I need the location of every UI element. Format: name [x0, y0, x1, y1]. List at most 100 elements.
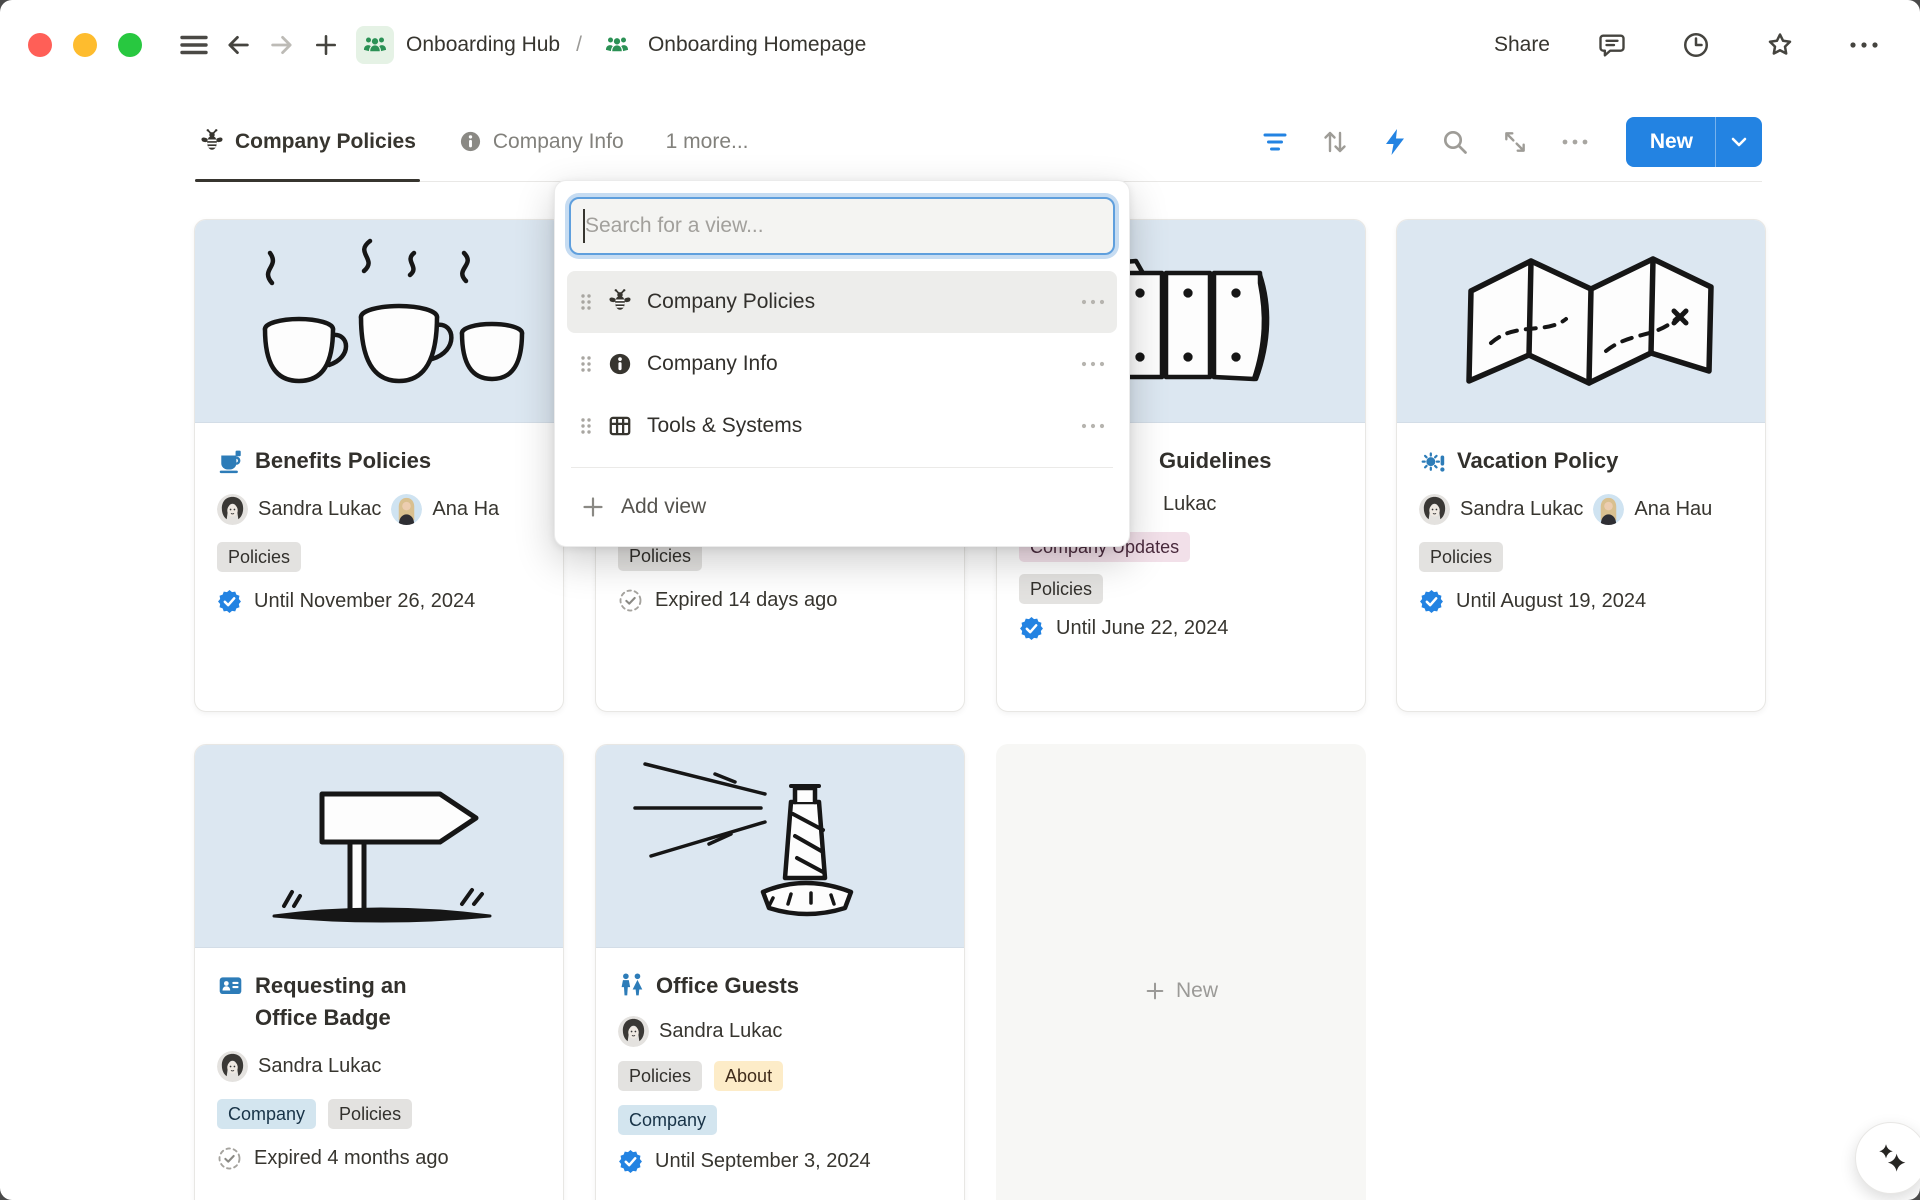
add-view-button[interactable]: Add view — [567, 478, 1117, 536]
person-name: Ana Ha — [432, 498, 499, 521]
view-search-input[interactable] — [571, 214, 1113, 238]
verified-badge-icon — [217, 589, 242, 614]
lighthouse-illustration — [596, 745, 964, 948]
card-people-row: Sandra Lukac — [217, 1051, 541, 1082]
search-view-button[interactable] — [1440, 127, 1470, 157]
avatar-ana — [1593, 494, 1624, 525]
add-view-label: Add view — [621, 495, 706, 519]
sort-button[interactable] — [1320, 127, 1350, 157]
card-benefits-policies[interactable]: Benefits Policies Sandra Lukac Ana Ha Po… — [194, 219, 564, 712]
new-entry-button[interactable]: New — [1626, 117, 1715, 167]
breadcrumb-item-current[interactable]: Onboarding Homepage — [648, 33, 866, 57]
avatar-sandra-lukac — [1419, 494, 1450, 525]
breadcrumb-separator: / — [576, 33, 582, 57]
verified-badge-icon — [1419, 589, 1444, 614]
view-item-more-button[interactable] — [1081, 423, 1105, 429]
lightning-bolt-icon — [1383, 128, 1407, 156]
card-tags: Policies About — [618, 1061, 942, 1091]
view-list: Company Policies Company Info — [567, 271, 1117, 457]
view-item-company-policies[interactable]: Company Policies — [567, 271, 1117, 333]
new-entry-split-button: New — [1626, 117, 1762, 167]
tab-label: Company Policies — [235, 130, 416, 154]
card-vacation-policy[interactable]: Vacation Policy Sandra Lukac Ana Hau Pol… — [1396, 219, 1766, 712]
card-office-guests[interactable]: Office Guests Sandra Lukac Policies Abou… — [595, 744, 965, 1200]
card-title: Office Guests — [656, 970, 799, 1002]
status-label: Until September 3, 2024 — [655, 1150, 871, 1173]
hamburger-menu-icon — [179, 33, 209, 57]
share-button[interactable]: Share — [1494, 33, 1550, 57]
card-status-row: Until August 19, 2024 — [1419, 589, 1743, 614]
new-card-label: New — [1176, 979, 1218, 1003]
card-tags: Company — [618, 1105, 942, 1135]
history-button[interactable] — [1674, 23, 1718, 67]
sidebar-toggle-button[interactable] — [172, 23, 216, 67]
verified-badge-icon — [618, 1149, 643, 1174]
person-name: Sandra Lukac — [258, 498, 381, 521]
page-more-button[interactable] — [1842, 23, 1886, 67]
view-item-label: Company Info — [647, 352, 778, 376]
card-people-row: Sandra Lukac — [618, 1016, 942, 1047]
info-icon — [607, 351, 633, 377]
comments-button[interactable] — [1590, 23, 1634, 67]
card-title-row: Requesting an Office Badge — [217, 970, 541, 1034]
card-title: Vacation Policy — [1457, 445, 1618, 477]
drag-handle-icon[interactable] — [579, 292, 593, 312]
drag-handle-icon[interactable] — [579, 416, 593, 436]
verified-badge-icon — [1019, 616, 1044, 641]
view-item-more-button[interactable] — [1081, 361, 1105, 367]
tag-policies: Policies — [1419, 542, 1503, 572]
search-icon — [1441, 128, 1469, 156]
tab-company-policies[interactable]: Company Policies — [195, 102, 420, 181]
tab-company-info[interactable]: Company Info — [454, 102, 628, 181]
forward-button[interactable] — [260, 23, 304, 67]
notion-ai-button[interactable] — [1855, 1122, 1920, 1194]
close-window-button[interactable] — [28, 33, 52, 57]
card-title: Benefits Policies — [255, 445, 431, 477]
view-item-company-info[interactable]: Company Info — [567, 333, 1117, 395]
card-people-row: Sandra Lukac Ana Hau — [1419, 494, 1765, 525]
zoom-window-button[interactable] — [118, 33, 142, 57]
comment-icon — [1597, 30, 1627, 60]
table-icon — [607, 413, 633, 439]
avatar-sandra-lukac — [217, 1051, 248, 1082]
back-button[interactable] — [216, 23, 260, 67]
tag-about: About — [714, 1061, 783, 1091]
card-tags: Policies — [1019, 574, 1343, 604]
avatar-sandra-lukac — [618, 1016, 649, 1047]
new-tab-button[interactable] — [304, 23, 348, 67]
minimize-window-button[interactable] — [73, 33, 97, 57]
card-office-badge[interactable]: Requesting an Office Badge Sandra Lukac … — [194, 744, 564, 1200]
ellipsis-icon — [1561, 138, 1589, 146]
people-group-icon — [356, 26, 394, 64]
view-item-more-button[interactable] — [1081, 299, 1105, 305]
view-switcher-dropdown: Company Policies Company Info — [554, 180, 1130, 547]
plus-icon — [1144, 980, 1166, 1002]
breadcrumb-item[interactable]: Onboarding Hub — [406, 33, 560, 57]
view-item-tools-systems[interactable]: Tools & Systems — [567, 395, 1117, 457]
people-pair-icon — [618, 972, 645, 999]
expired-circle-icon — [618, 588, 643, 613]
card-status-row: Until November 26, 2024 — [217, 589, 541, 614]
status-label: Until June 22, 2024 — [1056, 617, 1228, 640]
drag-handle-icon[interactable] — [579, 354, 593, 374]
clock-icon — [1681, 30, 1711, 60]
status-label: Until November 26, 2024 — [254, 590, 475, 613]
card-tags: Company Policies — [217, 1099, 541, 1129]
view-search-field[interactable] — [569, 197, 1115, 255]
bee-icon — [199, 129, 225, 155]
favorite-button[interactable] — [1758, 23, 1802, 67]
mugs-illustration — [195, 220, 563, 423]
text-caret — [583, 209, 585, 243]
breadcrumb: Onboarding Hub / Onboarding Homepage — [356, 26, 866, 64]
view-tab-bar: Company Policies Company Info 1 more... — [195, 90, 1762, 182]
tag-policies: Policies — [618, 1061, 702, 1091]
automations-button[interactable] — [1380, 127, 1410, 157]
more-views-button[interactable]: 1 more... — [666, 130, 749, 154]
view-more-button[interactable] — [1560, 127, 1590, 157]
filter-button[interactable] — [1260, 127, 1290, 157]
new-card-button[interactable]: New — [996, 744, 1366, 1200]
new-entry-dropdown-button[interactable] — [1716, 117, 1762, 167]
person-name: Sandra Lukac — [258, 1055, 381, 1078]
signpost-illustration — [195, 745, 563, 948]
expand-view-button[interactable] — [1500, 127, 1530, 157]
